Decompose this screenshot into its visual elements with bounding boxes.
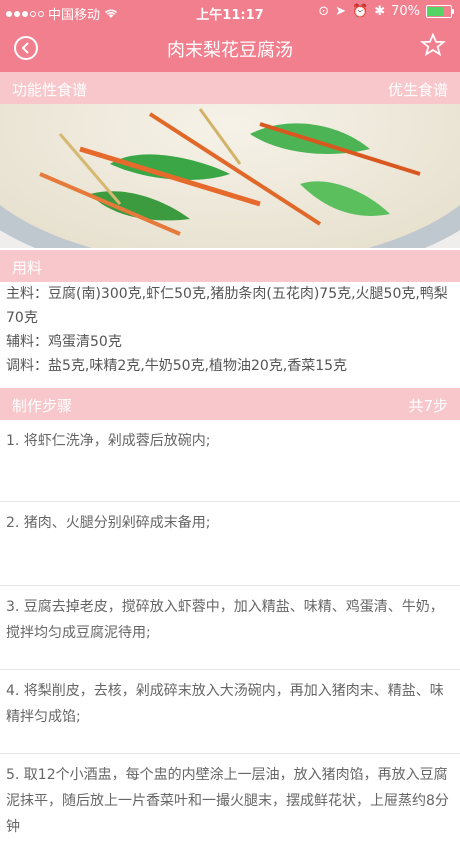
ingredients-title: 用料 (12, 259, 43, 277)
dish-photo (0, 104, 460, 248)
ingredients-list: 主料：豆腐(南)300克,虾仁50克,猪肋条肉(五花肉)75克,火腿50克,鸭梨… (6, 282, 454, 378)
step-item[interactable]: 3. 豆腐去掉老皮，搅碎放入虾蓉中，加入精盐、味精、鸡蛋清、牛奶，搅拌均匀成豆腐… (0, 586, 460, 670)
step-item[interactable]: 4. 将梨削皮，去核，剁成碎末放入大汤碗内，再加入猪肉末、精盐、味精拌匀成馅; (0, 670, 460, 754)
steps-header: 制作步骤 共7步 (0, 388, 460, 420)
location-arrow-icon: ➤ (335, 4, 346, 19)
ingredients-header: 用料 (0, 250, 460, 282)
seasoning-ingredients: 调料：盐5克,味精2克,牛奶50克,植物油20克,香菜15克 (6, 358, 348, 374)
category-strip: 功能性食谱 优生食谱 (0, 72, 460, 104)
page-title: 肉末梨花豆腐汤 (167, 40, 293, 61)
step-item[interactable]: 5. 取12个小酒盅，每个盅的内壁涂上一层油，放入猪肉馅，再放入豆腐泥抹平，随后… (0, 754, 460, 844)
step-item[interactable]: 1. 将虾仁洗净，剁成蓉后放碗内; (0, 420, 460, 502)
steps-count: 共7步 (408, 397, 448, 415)
step-item[interactable]: 2. 猪肉、火腿分别剁碎成末备用; (0, 502, 460, 586)
alarm-icon: ⏰ (352, 4, 369, 19)
nav-bar: 肉末梨花豆腐汤 (0, 24, 460, 72)
battery-icon (426, 5, 454, 18)
bluetooth-icon: ✱ (374, 4, 386, 19)
status-bar: 中国移动 上午11:17 ⊙ ➤ ⏰ ✱ 70% (0, 0, 460, 24)
rotation-lock-icon: ⊙ (318, 4, 330, 19)
status-right: ⊙ ➤ ⏰ ✱ 70% (318, 4, 454, 19)
favorite-star-button[interactable] (420, 32, 446, 58)
aux-ingredients: 辅料：鸡蛋清50克 (6, 334, 122, 350)
battery-label: 70% (391, 4, 420, 19)
main-ingredients: 主料：豆腐(南)300克,虾仁50克,猪肋条肉(五花肉)75克,火腿50克,鸭梨… (6, 286, 448, 326)
steps-title: 制作步骤 (12, 397, 73, 415)
category-left-tag[interactable]: 功能性食谱 (12, 79, 87, 100)
dish-image (0, 104, 460, 248)
category-right-tag[interactable]: 优生食谱 (388, 79, 448, 100)
